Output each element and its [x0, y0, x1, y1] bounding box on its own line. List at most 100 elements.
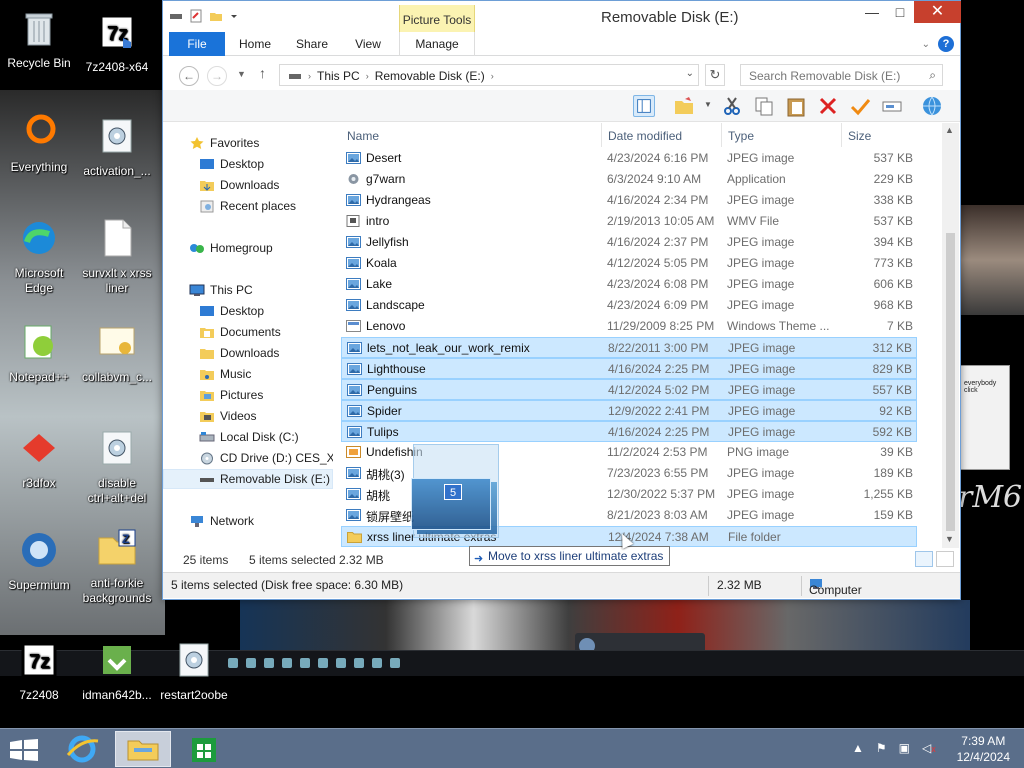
paste-icon[interactable]	[785, 95, 807, 117]
explorer-window[interactable]: Picture Tools Removable Disk (E:) — □ ✕ …	[162, 0, 961, 600]
refresh-button[interactable]: ↻	[705, 64, 725, 86]
file-row[interactable]: Lenovo 11/29/2009 8:25 PM Windows Theme ..…	[341, 316, 917, 337]
taskbar-file-explorer[interactable]	[115, 731, 171, 767]
nav-network[interactable]: Network	[163, 511, 333, 531]
desktop-icon-anti-forkie[interactable]: Z anti-forkie backgrounds	[78, 528, 156, 606]
qat-dropdown-icon[interactable]	[229, 9, 239, 23]
desktop-icon-supermium[interactable]: Supermium	[0, 530, 78, 593]
desktop-icon-survxlt[interactable]: survxlt x xrss liner	[78, 218, 156, 296]
desktop-icon-everything[interactable]: Everything	[0, 112, 78, 175]
desktop-icon-7z2408[interactable]: 7z 7z2408	[0, 640, 78, 703]
desktop-icon-notepad-plus-plus[interactable]: Notepad++	[0, 322, 78, 385]
maximize-button[interactable]: □	[886, 1, 914, 23]
file-row[interactable]: Lake 4/23/2024 6:08 PM JPEG image 606 KB	[341, 274, 917, 295]
file-row[interactable]: Landscape 4/23/2024 6:09 PM JPEG image 968 …	[341, 295, 917, 316]
file-row[interactable]: Tulips 4/16/2024 2:25 PM JPEG image 592 KB	[341, 421, 917, 442]
help-icon[interactable]: ?	[938, 36, 954, 52]
large-icons-view-icon[interactable]	[936, 551, 954, 567]
clock[interactable]: 7:39 AM 12/4/2024	[957, 733, 1010, 765]
nav-pc-removable-disk-e[interactable]: Removable Disk (E:)	[163, 469, 333, 489]
up-button[interactable]: ↑	[259, 65, 266, 81]
nav-pc-local-disk-c[interactable]: Local Disk (C:)	[163, 427, 333, 447]
cut-icon[interactable]	[721, 95, 743, 117]
nav-pc-desktop[interactable]: Desktop	[163, 301, 333, 321]
properties-icon[interactable]	[189, 9, 203, 23]
nav-pc-documents[interactable]: Documents	[163, 322, 333, 342]
nav-fav-downloads[interactable]: Downloads	[163, 175, 333, 195]
close-button[interactable]: ✕	[914, 1, 961, 23]
tab-home[interactable]: Home	[233, 32, 277, 56]
desktop-icon-disable-ctrl-alt-del[interactable]: disable ctrl+alt+del	[78, 428, 156, 506]
checkmark-icon[interactable]	[849, 95, 871, 117]
file-row[interactable]: Desert 4/23/2024 6:16 PM JPEG image 537 KB	[341, 148, 917, 169]
nav-fav-recent-places[interactable]: Recent places	[163, 196, 333, 216]
breadcrumb-this-pc[interactable]: This PC	[317, 69, 360, 83]
title-bar[interactable]: Picture Tools Removable Disk (E:) — □ ✕	[163, 1, 961, 32]
nav-this-pc[interactable]: This PC	[163, 280, 333, 300]
nav-pc-pictures[interactable]: Pictures	[163, 385, 333, 405]
column-name[interactable]: Name	[347, 129, 379, 143]
desktop-icon-restart2oobe[interactable]: restart2oobe	[155, 640, 233, 703]
nav-pc-cd-drive-d[interactable]: CD Drive (D:) CES_X8	[163, 448, 333, 468]
scroll-up-icon[interactable]: ▲	[945, 125, 954, 135]
address-bar[interactable]: › This PC › Removable Disk (E:) › ⌄	[279, 64, 699, 86]
forward-button[interactable]: →	[207, 66, 227, 86]
globe-icon[interactable]	[921, 95, 943, 117]
file-row[interactable]: Hydrangeas 4/16/2024 2:34 PM JPEG image 338…	[341, 190, 917, 211]
volume-muted-icon[interactable]: ◁x	[922, 741, 936, 755]
organize-dropdown-icon[interactable]: ▼	[704, 100, 712, 109]
taskbar-store[interactable]	[176, 731, 232, 767]
file-row[interactable]: Jellyfish 4/16/2024 2:37 PM JPEG image 394 …	[341, 232, 917, 253]
scroll-down-icon[interactable]: ▼	[945, 534, 954, 544]
tab-manage[interactable]: Manage	[399, 32, 475, 56]
column-type[interactable]: Type	[728, 129, 754, 143]
desktop-icon-activation[interactable]: activation_...	[78, 116, 156, 179]
file-row[interactable]: Lighthouse 4/16/2024 2:25 PM JPEG image 829…	[341, 358, 917, 379]
file-row[interactable]: g7warn 6/3/2024 9:10 AM Application 229 KB	[341, 169, 917, 190]
new-folder-icon[interactable]	[209, 9, 223, 23]
address-dropdown-icon[interactable]: ⌄	[686, 68, 694, 79]
desktop-icon-idman[interactable]: idman642b...	[78, 640, 156, 703]
scrollbar-thumb[interactable]	[946, 233, 955, 531]
minimize-button[interactable]: —	[858, 1, 886, 23]
taskbar-internet-explorer[interactable]	[54, 731, 110, 767]
file-row[interactable]: intro 2/19/2013 10:05 AM WMV File 537 KB	[341, 211, 917, 232]
desktop-icon-microsoft-edge[interactable]: Microsoft Edge	[0, 218, 78, 296]
search-input[interactable]: Search Removable Disk (E:) ⌕	[740, 64, 943, 86]
nav-pc-downloads[interactable]: Downloads	[163, 343, 333, 363]
file-type: File folder	[728, 530, 781, 544]
network-status-icon[interactable]: ▣	[899, 741, 910, 755]
copy-icon[interactable]	[753, 95, 775, 117]
action-center-flag-icon[interactable]: ⚑	[876, 741, 887, 755]
details-view-icon[interactable]	[915, 551, 933, 567]
start-windows-icon[interactable]	[10, 739, 38, 761]
desktop-icon-7z2408-x64[interactable]: 7z 7z2408-x64	[78, 12, 156, 75]
nav-homegroup[interactable]: Homegroup	[163, 238, 333, 258]
file-row[interactable]: Penguins 4/12/2024 5:02 PM JPEG image 557 K…	[341, 379, 917, 400]
tab-file[interactable]: File	[169, 32, 225, 56]
column-date-modified[interactable]: Date modified	[608, 129, 682, 143]
file-row[interactable]: Koala 4/12/2024 5:05 PM JPEG image 773 KB	[341, 253, 917, 274]
vertical-scrollbar[interactable]: ▲ ▼	[942, 123, 959, 548]
rename-icon[interactable]	[881, 95, 903, 117]
tab-share[interactable]: Share	[289, 32, 335, 56]
nav-fav-desktop[interactable]: Desktop	[163, 154, 333, 174]
delete-icon[interactable]	[817, 95, 839, 117]
desktop-icon-recycle-bin[interactable]: Recycle Bin	[0, 8, 78, 71]
nav-favorites[interactable]: Favorites	[163, 133, 333, 153]
recent-locations-icon[interactable]: ▼	[237, 69, 246, 79]
preview-pane-icon[interactable]	[633, 95, 655, 117]
desktop-icon-collabvm[interactable]: collabvm_c...	[78, 322, 156, 385]
breadcrumb-removable-disk[interactable]: Removable Disk (E:)	[375, 69, 485, 83]
file-row[interactable]: Spider 12/9/2022 2:41 PM JPEG image 92 KB	[341, 400, 917, 421]
file-row[interactable]: lets_not_leak_our_work_remix 8/22/2011 3:…	[341, 337, 917, 358]
nav-pc-videos[interactable]: Videos	[163, 406, 333, 426]
organize-folder-icon[interactable]	[673, 95, 695, 117]
show-hidden-icons-icon[interactable]: ▲	[852, 741, 864, 755]
tab-view[interactable]: View	[347, 32, 389, 56]
nav-pc-music[interactable]: Music	[163, 364, 333, 384]
column-size[interactable]: Size	[848, 129, 871, 143]
back-button[interactable]: ←	[179, 66, 199, 86]
desktop-icon-r3dfox[interactable]: r3dfox	[0, 428, 78, 491]
ribbon-expand-icon[interactable]: ⌄	[922, 39, 930, 50]
